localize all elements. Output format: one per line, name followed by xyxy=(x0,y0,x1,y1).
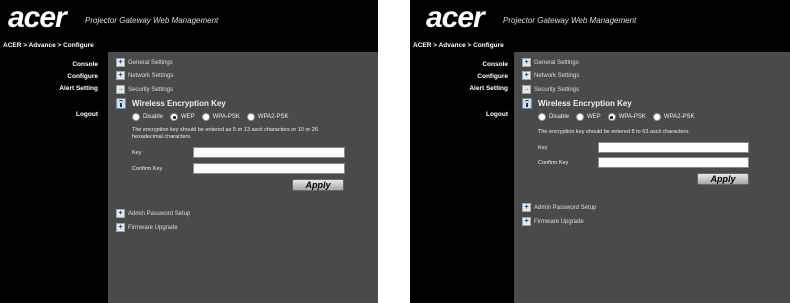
section-label: Firmware Upgrade xyxy=(128,224,178,231)
expand-plus-icon: + xyxy=(116,209,125,218)
radio-wpa2-psk[interactable]: WPA2-PSK xyxy=(652,113,695,121)
radio-disable-label: Disable xyxy=(143,114,164,120)
section-label: Security Settings xyxy=(534,86,580,93)
confirm-key-label: Confirm Key xyxy=(538,160,569,166)
section-security-settings[interactable]: → Security Settings xyxy=(116,85,173,94)
radio-wep[interactable]: WEP xyxy=(576,113,601,121)
confirm-key-input[interactable] xyxy=(193,163,345,174)
encryption-key-note: The encryption key should be entered 8 t… xyxy=(538,129,690,135)
expand-plus-icon: + xyxy=(116,71,125,80)
section-admin-password-setup[interactable]: + Admin Password Setup xyxy=(522,203,596,212)
wireless-icon xyxy=(522,98,532,109)
radio-wpa2-psk-label: WPA2-PSK xyxy=(257,114,289,120)
acer-logo: acer xyxy=(8,1,67,34)
radio-wep-label: WEP xyxy=(181,114,195,120)
radio-wpa-psk-label: WPA-PSK xyxy=(618,114,646,120)
main-content: + General Settings + Network Settings → … xyxy=(514,52,790,303)
radio-wpa-psk-label: WPA-PSK xyxy=(212,114,240,120)
apply-button[interactable]: Apply xyxy=(697,173,749,185)
key-input[interactable] xyxy=(193,147,345,158)
radio-disable[interactable]: Disable xyxy=(538,113,569,121)
radio-wpa-psk-button[interactable] xyxy=(201,113,210,121)
expanded-arrow-icon: → xyxy=(116,85,125,94)
header-tagline: Projector Gateway Web Management xyxy=(503,16,637,25)
section-label: General Settings xyxy=(534,59,579,66)
acer-logo: acer xyxy=(426,1,485,34)
radio-wep-label: WEP xyxy=(587,114,601,120)
section-network-settings[interactable]: + Network Settings xyxy=(116,71,173,80)
breadcrumb: ACER > Advance > Configure xyxy=(413,42,504,49)
radio-wpa2-psk[interactable]: WPA2-PSK xyxy=(246,113,289,121)
section-label: Network Settings xyxy=(534,72,580,79)
sidebar: Console Configure Alert Setting Logout xyxy=(410,52,514,303)
radio-wpa2-psk-label: WPA2-PSK xyxy=(663,114,695,120)
confirm-key-label: Confirm Key xyxy=(132,166,163,172)
section-admin-password-setup[interactable]: + Admin Password Setup xyxy=(116,209,190,218)
radio-disable-label: Disable xyxy=(549,114,570,120)
expand-plus-icon: + xyxy=(522,203,531,212)
radio-wpa2-psk-button[interactable] xyxy=(246,113,255,121)
section-general-settings[interactable]: + General Settings xyxy=(116,58,173,67)
radio-wpa2-psk-button[interactable] xyxy=(652,113,661,121)
radio-wep[interactable]: WEP xyxy=(170,113,195,121)
confirm-key-input[interactable] xyxy=(598,157,749,168)
radio-wep-button[interactable] xyxy=(170,113,179,121)
header-tagline: Projector Gateway Web Management xyxy=(85,16,219,25)
breadcrumb: ACER > Advance > Configure xyxy=(3,42,94,49)
sidebar-item-console[interactable]: Console xyxy=(72,61,98,68)
key-label: Key xyxy=(538,145,548,151)
section-firmware-upgrade[interactable]: + Firmware Upgrade xyxy=(116,223,178,232)
wireless-icon xyxy=(116,98,126,109)
section-label: Firmware Upgrade xyxy=(534,218,584,225)
expand-plus-icon: + xyxy=(522,71,531,80)
radio-wep-button[interactable] xyxy=(576,113,585,121)
expand-plus-icon: + xyxy=(116,58,125,67)
radio-wpa-psk[interactable]: WPA-PSK xyxy=(607,113,646,121)
left-screenshot-panel: acer Projector Gateway Web Management AC… xyxy=(0,0,378,303)
radio-wpa-psk[interactable]: WPA-PSK xyxy=(201,113,240,121)
header: acer Projector Gateway Web Management xyxy=(0,0,378,38)
encryption-key-note: The encryption key should be entered as … xyxy=(132,127,318,140)
section-label: Admin Password Setup xyxy=(534,204,597,211)
radio-wpa-psk-button[interactable] xyxy=(607,113,616,121)
sidebar-item-alert-setting[interactable]: Alert Setting xyxy=(469,85,508,92)
header: acer Projector Gateway Web Management xyxy=(410,0,790,38)
expand-plus-icon: + xyxy=(522,58,531,67)
sidebar-item-configure[interactable]: Configure xyxy=(67,73,98,80)
encryption-radio-group: Disable WEP WPA-PSK WPA2-PSK xyxy=(538,113,698,121)
section-label: General Settings xyxy=(128,59,173,66)
sidebar-item-logout[interactable]: Logout xyxy=(486,111,508,118)
key-input[interactable] xyxy=(598,142,749,153)
section-general-settings[interactable]: + General Settings xyxy=(522,58,579,67)
section-label: Network Settings xyxy=(128,72,174,79)
apply-button[interactable]: Apply xyxy=(292,179,344,191)
radio-disable-button[interactable] xyxy=(132,113,140,121)
sidebar-item-logout[interactable]: Logout xyxy=(76,111,98,118)
main-content: + General Settings + Network Settings → … xyxy=(108,52,378,303)
sidebar-item-alert-setting[interactable]: Alert Setting xyxy=(59,85,98,92)
section-security-settings[interactable]: → Security Settings xyxy=(522,85,579,94)
expand-plus-icon: + xyxy=(116,223,125,232)
sidebar-item-console[interactable]: Console xyxy=(482,61,508,68)
expanded-arrow-icon: → xyxy=(522,85,531,94)
radio-disable-button[interactable] xyxy=(538,113,546,121)
encryption-radio-group: Disable WEP WPA-PSK WPA2-PSK xyxy=(132,113,292,121)
key-label: Key xyxy=(132,150,142,156)
section-label: Admin Password Setup xyxy=(128,210,191,217)
section-label: Security Settings xyxy=(128,86,174,93)
radio-disable[interactable]: Disable xyxy=(132,113,163,121)
expand-plus-icon: + xyxy=(522,217,531,226)
sidebar: Console Configure Alert Setting Logout xyxy=(0,52,104,303)
wireless-encryption-title: Wireless Encryption Key xyxy=(132,99,226,108)
section-firmware-upgrade[interactable]: + Firmware Upgrade xyxy=(522,217,584,226)
sidebar-item-configure[interactable]: Configure xyxy=(477,73,508,80)
section-network-settings[interactable]: + Network Settings xyxy=(522,71,579,80)
wireless-encryption-title: Wireless Encryption Key xyxy=(538,99,632,108)
right-screenshot-panel: acer Projector Gateway Web Management AC… xyxy=(410,0,790,303)
